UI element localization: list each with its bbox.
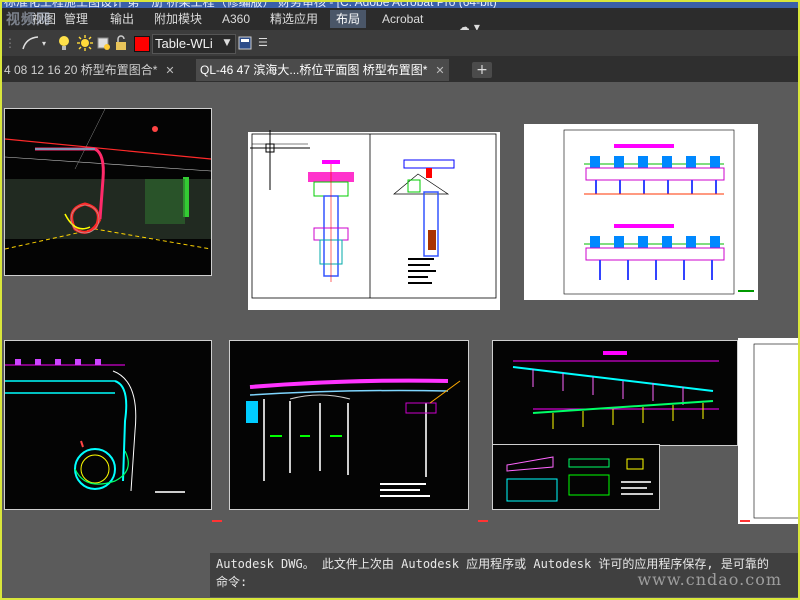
doc-tab-label: QL-46 47 滨海大...桥位平面图 桥型布置图* xyxy=(200,63,428,77)
close-icon[interactable]: ✕ xyxy=(165,65,174,77)
doc-tab-layout-combined[interactable]: 4 08 12 16 20 桥型布置图合* ✕ xyxy=(0,59,179,81)
ribbon-tab-layout[interactable]: 布局 xyxy=(330,10,367,28)
sun-thaw-icon[interactable] xyxy=(76,34,94,52)
toolbar-grip-icon: ⋮ xyxy=(4,36,16,50)
ribbon-tab-output[interactable]: 输出 xyxy=(104,10,140,28)
ribbon-tab-bar: 视图 管理 输出 附加模块 A360 精选应用 布局 Acrobat ☁ ▾ xyxy=(0,8,800,34)
site-logo-watermark: 视频网 xyxy=(6,12,51,28)
sheet-title-marks xyxy=(212,520,750,522)
ribbon-tab-a360[interactable]: A360 xyxy=(216,10,256,28)
layer-properties-icon[interactable] xyxy=(238,34,252,52)
document-tab-bar: 4 08 12 16 20 桥型布置图合* ✕ QL-46 47 滨海大...桥位… xyxy=(0,56,800,82)
ribbon-tab-acrobat[interactable]: Acrobat xyxy=(376,10,429,28)
close-icon[interactable]: ✕ xyxy=(435,65,444,77)
lightbulb-layer-on-icon[interactable] xyxy=(56,34,72,52)
drawing-canvas[interactable] xyxy=(0,82,800,600)
layer-dropdown-chevron-icon[interactable]: ▼ xyxy=(222,34,232,52)
crosshair-cursor-icon xyxy=(250,130,310,190)
ribbon-tab-addins[interactable]: 附加模块 xyxy=(148,10,208,28)
ribbon-tab-manage[interactable]: 管理 xyxy=(58,10,94,28)
layer-color-swatch xyxy=(134,36,150,52)
window-title-bar: 标准化工程施工图设计 第一册 桥梁工程（修编版） 财务审核 - [C: Adob… xyxy=(0,0,800,8)
properties-toolbar: ⋮ ▾ Table-WLi ▼ ☰ xyxy=(0,30,800,57)
toolbar-overflow-icon[interactable]: ☰ xyxy=(258,34,270,52)
window-title: 标准化工程施工图设计 第一册 桥梁工程（修编版） 财务审核 - [C: Adob… xyxy=(4,0,497,8)
unlock-icon[interactable] xyxy=(114,34,128,52)
viewport-freeze-icon[interactable] xyxy=(96,34,112,52)
new-tab-plus-icon[interactable]: + xyxy=(472,62,492,78)
polyline-tool-icon[interactable]: ▾ xyxy=(20,34,50,52)
doc-tab-bridge-plan[interactable]: QL-46 47 滨海大...桥位平面图 桥型布置图* ✕ xyxy=(196,59,449,81)
ribbon-tab-featured-apps[interactable]: 精选应用 xyxy=(264,10,324,28)
svg-text:▾: ▾ xyxy=(42,39,46,48)
site-watermark: www.cndao.com xyxy=(637,570,782,589)
command-prompt[interactable]: 命令: xyxy=(216,573,247,590)
doc-tab-label: 4 08 12 16 20 桥型布置图合* xyxy=(4,63,158,77)
